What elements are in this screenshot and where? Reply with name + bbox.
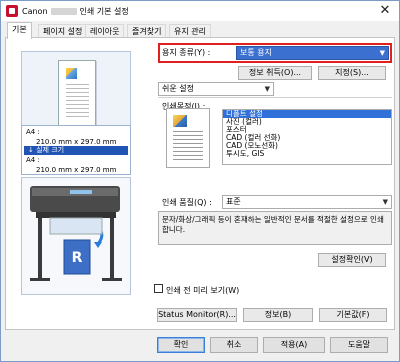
text-lines-graphic [173,131,203,161]
chevron-down-icon: ▼ [382,198,388,206]
print-quality-value: 표준 [226,197,241,206]
close-icon[interactable]: ✕ [377,3,393,19]
list-item[interactable]: 사진 (컬러) [223,118,391,126]
output-size-label: A4 : [26,156,40,164]
printer-illustration: R [21,177,131,295]
picture-icon [66,68,77,79]
check-settings-button[interactable]: 설정확인(V) [318,253,386,267]
title-bar: Canon 인쇄 기본 설정 ✕ [1,1,399,21]
status-monitor-button[interactable]: Status Monitor(R)... [157,308,237,322]
printer-app-icon [6,5,18,17]
tab-favorites[interactable]: 즐겨찾기 [127,24,167,38]
mode-select[interactable]: 쉬운 설정 ▼ [158,82,274,96]
tab-basic[interactable]: 기본 [7,22,32,39]
chevron-down-icon: ▼ [264,85,270,93]
title-brand: Canon [22,7,48,16]
group-divider [158,97,392,98]
page-size-info: A4 : 210.0 mm x 297.0 mm ↓ 실제 크기 A4 : 21… [21,125,131,175]
preview-before-print-label: 인쇄 전 미리 보기(W) [166,286,240,295]
tab-page-setup[interactable]: 페이지 설정 [38,24,88,38]
document-thumbnail [166,108,210,168]
print-quality-label: 인쇄 품질(Q) : [162,198,212,207]
printing-preferences-window: Canon 인쇄 기본 설정 ✕ 기본 페이지 설정 레이아웃 즐겨찾기 유지 관… [0,0,400,362]
get-info-button[interactable]: 정보 취득(O)... [238,66,312,80]
tab-maintenance[interactable]: 유지 관리 [169,24,211,38]
preview-page [58,60,96,132]
redacted-model-name [50,8,77,15]
specify-button[interactable]: 지정(S)... [318,66,386,80]
defaults-button[interactable]: 기본값(F) [319,308,387,322]
window-title: Canon 인쇄 기본 설정 [22,6,129,17]
tab-layout[interactable]: 레이아웃 [85,24,125,38]
highlight-frame [158,43,392,63]
apply-button[interactable]: 적용(A) [263,337,325,353]
source-size-label: A4 : [26,128,40,136]
list-item[interactable]: 투시도, GIS [223,150,391,158]
photo-icon [173,115,187,127]
scale-indicator: ↓ 실제 크기 [24,146,128,155]
purpose-description: 문자/화상/그래픽 등이 혼재하는 일반적인 문서를 적절한 설정으로 인쇄합니… [158,211,392,245]
preview-before-print-checkbox[interactable] [154,284,163,293]
text-lines-graphic [66,84,89,118]
cancel-button[interactable]: 취소 [210,337,258,353]
large-format-printer-icon: R [30,186,122,281]
svg-text:R: R [72,250,83,266]
title-main: 인쇄 기본 설정 [79,7,129,16]
print-purpose-list[interactable]: 디폴트 설정 사진 (컬러) 포스터 CAD (컬러 선화) CAD (모노선화… [222,109,392,165]
ok-button[interactable]: 확인 [157,337,205,353]
help-button[interactable]: 도움말 [330,337,388,353]
output-size-value: 210.0 mm x 297.0 mm [36,166,117,174]
info-button[interactable]: 정보(B) [243,308,313,322]
print-quality-select[interactable]: 표준 ▼ [222,195,392,209]
source-size-value: 210.0 mm x 297.0 mm [36,138,117,146]
mode-select-value: 쉬운 설정 [162,84,194,93]
